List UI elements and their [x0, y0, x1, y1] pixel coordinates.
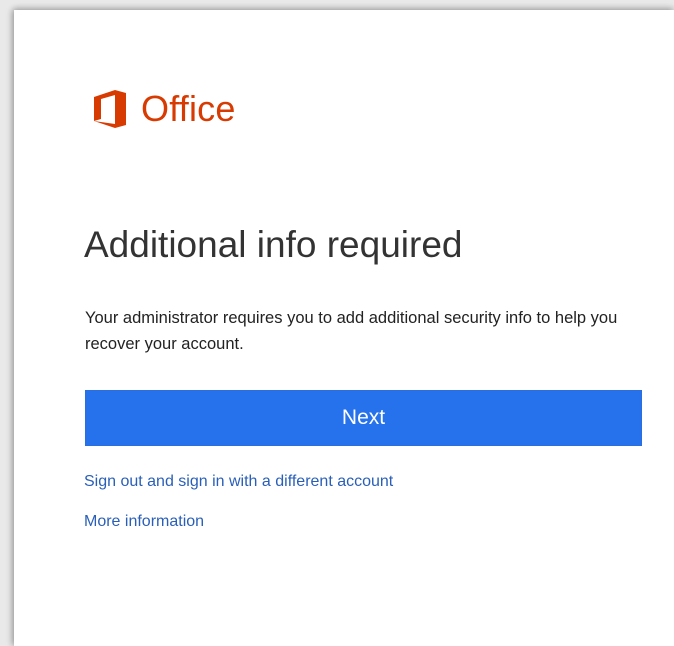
more-information-link[interactable]: More information — [84, 511, 204, 533]
sign-out-switch-account-link[interactable]: Sign out and sign in with a different ac… — [84, 471, 393, 493]
office-brand: Office — [91, 89, 236, 129]
brand-name: Office — [141, 88, 236, 129]
sign-in-dialog: Office Additional info required Your adm… — [14, 10, 674, 646]
description-text: Your administrator requires you to add a… — [85, 309, 618, 353]
next-button[interactable]: Next — [85, 390, 642, 446]
page-title: Additional info required — [84, 224, 463, 265]
office-logo-icon — [94, 90, 126, 128]
